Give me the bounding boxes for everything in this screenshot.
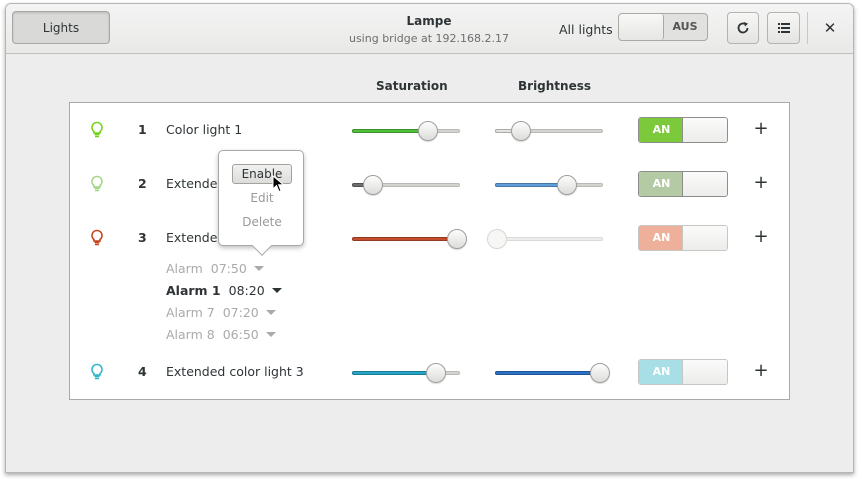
power-on-label: AN xyxy=(639,226,684,250)
header-separator xyxy=(807,12,808,44)
light-name: Extended xyxy=(166,230,226,245)
chevron-down-icon[interactable] xyxy=(271,288,282,293)
saturation-thumb[interactable] xyxy=(426,363,446,383)
power-toggle[interactable]: AN xyxy=(638,359,728,385)
light-row: 4 Extended color light 3 AN + xyxy=(70,357,789,387)
lights-list: 1 Color light 1 AN + 2 Extended AN + 3 E… xyxy=(69,102,790,400)
power-toggle[interactable]: AN xyxy=(638,171,728,197)
bulb-icon xyxy=(91,229,103,246)
saturation-slider[interactable] xyxy=(352,229,467,249)
saturation-fill xyxy=(352,129,428,133)
alarm-time: 06:50 xyxy=(222,327,259,342)
mouse-cursor-icon xyxy=(272,175,285,193)
power-off-knob xyxy=(682,118,727,142)
chevron-down-icon[interactable] xyxy=(253,266,264,271)
saturation-slider[interactable] xyxy=(352,175,460,195)
power-off-knob xyxy=(682,226,727,250)
lights-button[interactable]: Lights xyxy=(12,11,110,44)
brightness-fill xyxy=(495,371,600,375)
alarm-time: 07:50 xyxy=(210,261,247,276)
light-number: 2 xyxy=(138,176,147,191)
saturation-header: Saturation xyxy=(376,79,448,93)
light-number: 4 xyxy=(138,364,147,379)
power-toggle[interactable]: AN xyxy=(638,225,728,251)
power-off-knob xyxy=(682,360,727,384)
bulb-icon xyxy=(91,121,103,138)
power-toggle[interactable]: AN xyxy=(638,117,728,143)
alarm-label: Alarm 7 xyxy=(166,305,215,320)
alarm-item[interactable]: Alarm 7 07:20 xyxy=(166,305,276,320)
menu-button[interactable] xyxy=(767,12,800,44)
app-window: Lights Lampe using bridge at 192.168.2.1… xyxy=(5,3,854,473)
popover-delete[interactable]: Delete xyxy=(232,212,292,232)
saturation-fill xyxy=(352,237,457,241)
all-lights-switch[interactable]: AUS xyxy=(618,13,708,41)
alarm-label: Alarm 8 xyxy=(166,327,215,342)
all-lights-label: All lights xyxy=(559,22,613,37)
window-title: Lampe xyxy=(406,14,452,28)
bulb-icon xyxy=(91,175,103,192)
brightness-thumb[interactable] xyxy=(487,229,507,249)
list-icon xyxy=(777,23,790,33)
power-off-knob xyxy=(682,172,727,196)
brightness-thumb[interactable] xyxy=(590,363,610,383)
light-number: 1 xyxy=(138,122,147,137)
light-row: 1 Color light 1 AN + xyxy=(70,115,789,145)
alarm-item[interactable]: Alarm 07:50 xyxy=(166,261,264,276)
add-alarm-button[interactable]: + xyxy=(753,360,769,382)
add-alarm-button[interactable]: + xyxy=(753,172,769,194)
light-number: 3 xyxy=(138,230,147,245)
chevron-down-icon[interactable] xyxy=(265,332,276,337)
brightness-slider[interactable] xyxy=(495,363,610,383)
brightness-header: Brightness xyxy=(518,79,592,93)
all-lights-switch-knob xyxy=(619,14,664,40)
saturation-thumb[interactable] xyxy=(418,121,438,141)
brightness-thumb[interactable] xyxy=(511,121,531,141)
light-row: 2 Extended AN + xyxy=(70,169,789,199)
light-name: Color light 1 xyxy=(166,122,243,137)
all-lights-switch-label: AUS xyxy=(672,20,698,33)
power-on-label: AN xyxy=(639,172,684,196)
alarm-label: Alarm xyxy=(166,261,203,276)
add-alarm-button[interactable]: + xyxy=(753,226,769,248)
light-name: Extended xyxy=(166,176,226,191)
alarm-context-popover: Enable Edit Delete xyxy=(218,150,304,256)
close-icon[interactable]: ✕ xyxy=(819,17,841,39)
power-on-label: AN xyxy=(639,360,684,384)
saturation-slider[interactable] xyxy=(352,363,460,383)
bulb-icon xyxy=(91,363,103,380)
alarm-time: 07:20 xyxy=(222,305,259,320)
refresh-button[interactable] xyxy=(727,12,759,44)
brightness-slider[interactable] xyxy=(487,229,603,249)
header-bar: Lights Lampe using bridge at 192.168.2.1… xyxy=(6,4,853,54)
power-on-label: AN xyxy=(639,118,684,142)
saturation-thumb[interactable] xyxy=(447,229,467,249)
add-alarm-button[interactable]: + xyxy=(753,118,769,140)
light-row: 3 Extended AN + xyxy=(70,223,789,253)
saturation-fill xyxy=(352,371,436,375)
refresh-icon xyxy=(737,22,749,34)
light-name: Extended color light 3 xyxy=(166,364,304,379)
alarm-item[interactable]: Alarm 8 06:50 xyxy=(166,327,276,342)
saturation-thumb[interactable] xyxy=(363,175,383,195)
brightness-slider[interactable] xyxy=(495,121,603,141)
brightness-slider[interactable] xyxy=(495,175,603,195)
window-subtitle: using bridge at 192.168.2.17 xyxy=(348,32,510,45)
brightness-thumb[interactable] xyxy=(557,175,577,195)
saturation-slider[interactable] xyxy=(352,121,460,141)
chevron-down-icon[interactable] xyxy=(265,310,276,315)
alarm-time: 08:20 xyxy=(228,283,265,298)
alarm-item[interactable]: Alarm 1 08:20 xyxy=(166,283,282,298)
alarm-label: Alarm 1 xyxy=(166,283,221,298)
